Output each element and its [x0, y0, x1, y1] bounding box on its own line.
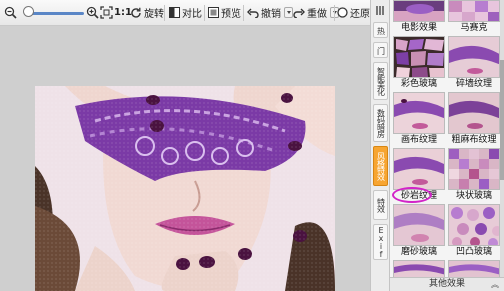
toolbar: 1:1 旋转 对比 预览 撤销 重做 还原: [0, 0, 370, 26]
panel-scrollbar[interactable]: [500, 0, 504, 277]
edited-photo: [35, 86, 335, 291]
effect-item-sandstone-texture[interactable]: 砂岩纹理: [392, 148, 445, 203]
effect-thumbnail: [448, 260, 500, 278]
zoom-slider-thumb[interactable]: [23, 6, 34, 17]
photo-image: [35, 86, 335, 291]
tab-smart-beauty-label: 智能美化: [376, 67, 386, 95]
effect-item-burlap-texture[interactable]: 粗麻布纹理: [448, 92, 500, 146]
toolbar-divider: [334, 5, 335, 21]
effect-label: 块状玻璃: [455, 191, 492, 201]
effect-item-block-glass[interactable]: 块状玻璃: [448, 148, 500, 202]
toolbar-divider: [243, 5, 244, 21]
rotate-icon: [131, 7, 141, 18]
undo-icon: [247, 8, 259, 18]
effect-label: 碎墙纹理: [455, 79, 492, 89]
tab-door[interactable]: 门: [373, 42, 388, 58]
effect-thumbnail: [448, 148, 500, 190]
redo-label: 重做: [307, 9, 327, 20]
rotate-button[interactable]: 旋转: [130, 4, 164, 21]
effect-label: 彩色玻璃: [400, 79, 437, 89]
effect-thumbnail: [393, 0, 445, 22]
effect-label: 粗麻布纹理: [451, 135, 497, 145]
effect-item-frosted-glass[interactable]: 磨砂玻璃: [393, 204, 445, 258]
effects-grid: 电影效果 马赛克 彩色玻璃 碎墙纹理 画布纹理 粗麻布纹理 砂岩纹理 块状玻璃 …: [392, 0, 500, 290]
contrast-button[interactable]: 对比: [169, 4, 202, 21]
effect-thumbnail: [448, 92, 500, 134]
tab-hot-label: 热: [376, 26, 386, 34]
toolbar-divider: [164, 5, 165, 21]
tab-hot[interactable]: 热: [373, 22, 388, 38]
effect-thumbnail: [393, 148, 445, 190]
undo-label: 撤销: [261, 9, 281, 20]
effect-label: 凹凸玻璃: [455, 247, 492, 257]
tab-style-effects-label: 风格特效: [376, 152, 386, 180]
panel-grip-icon[interactable]: [376, 6, 385, 15]
effect-item-mosaic[interactable]: 马赛克: [448, 0, 500, 34]
redo-button[interactable]: 重做: [293, 4, 339, 21]
preview-label: 预览: [221, 9, 241, 20]
contrast-icon: [169, 7, 180, 18]
effects-panel: 电影效果 马赛克 彩色玻璃 碎墙纹理 画布纹理 粗麻布纹理 砂岩纹理 块状玻璃 …: [390, 0, 504, 291]
effect-thumbnail: [393, 260, 445, 278]
undo-button[interactable]: 撤销: [247, 4, 293, 21]
effect-item-bumpy-glass[interactable]: 凹凸玻璃: [448, 204, 500, 258]
effect-label: 电影效果: [400, 23, 437, 33]
effect-label: 磨砂玻璃: [400, 247, 437, 257]
tab-digital-darkroom-label: 数码暗房: [376, 109, 386, 137]
tab-style-effects[interactable]: 风格特效: [373, 146, 388, 186]
fit-screen-icon[interactable]: [100, 6, 113, 19]
selection-highlight-ring: [392, 187, 432, 203]
tab-exif-label: Exif: [376, 226, 386, 258]
tab-digital-darkroom[interactable]: 数码暗房: [373, 104, 388, 142]
preview-icon: [208, 7, 219, 18]
contrast-label: 对比: [182, 9, 202, 20]
other-effects-bar[interactable]: 其他效果 ︽: [390, 277, 504, 291]
effect-thumbnail: [448, 0, 500, 22]
effect-thumbnail: [393, 92, 445, 134]
tab-exif[interactable]: Exif: [373, 224, 388, 260]
restore-label: 还原: [350, 9, 370, 20]
effect-item-stained-glass[interactable]: 彩色玻璃: [393, 36, 445, 90]
zoom-out-icon[interactable]: [4, 6, 17, 19]
other-effects-label: 其他效果: [428, 279, 465, 289]
restore-button[interactable]: 还原: [337, 4, 370, 21]
restore-icon: [337, 7, 348, 18]
effect-thumbnail: [448, 204, 500, 246]
effect-item-canvas-texture[interactable]: 画布纹理: [393, 92, 445, 146]
tab-smart-beauty[interactable]: 智能美化: [373, 62, 388, 100]
redo-icon: [293, 8, 305, 18]
effect-thumbnail: [393, 36, 445, 78]
preview-button[interactable]: 预览: [208, 4, 241, 21]
tab-effects-label: 特效: [376, 198, 386, 212]
toolbar-divider: [204, 5, 205, 21]
effect-item-film[interactable]: 电影效果: [393, 0, 445, 34]
effect-thumbnail: [393, 204, 445, 246]
rotate-label: 旋转: [144, 9, 164, 20]
tab-door-label: 门: [376, 46, 386, 54]
undo-dropdown-icon[interactable]: [284, 7, 293, 18]
effect-item-broken-wall[interactable]: 碎墙纹理: [448, 36, 500, 90]
tab-effects[interactable]: 特效: [373, 190, 388, 220]
effect-thumbnail: [448, 36, 500, 78]
effect-label: 马赛克: [460, 23, 488, 33]
zoom-in-icon[interactable]: [86, 6, 99, 19]
double-chevron-up-icon[interactable]: ︽: [491, 278, 499, 291]
scrollbar-thumb[interactable]: [500, 60, 504, 180]
image-canvas[interactable]: [0, 26, 370, 291]
effect-label: 画布纹理: [400, 135, 437, 145]
category-tab-strip: 热 门 智能美化 数码暗房 风格特效 特效 Exif: [370, 0, 390, 291]
